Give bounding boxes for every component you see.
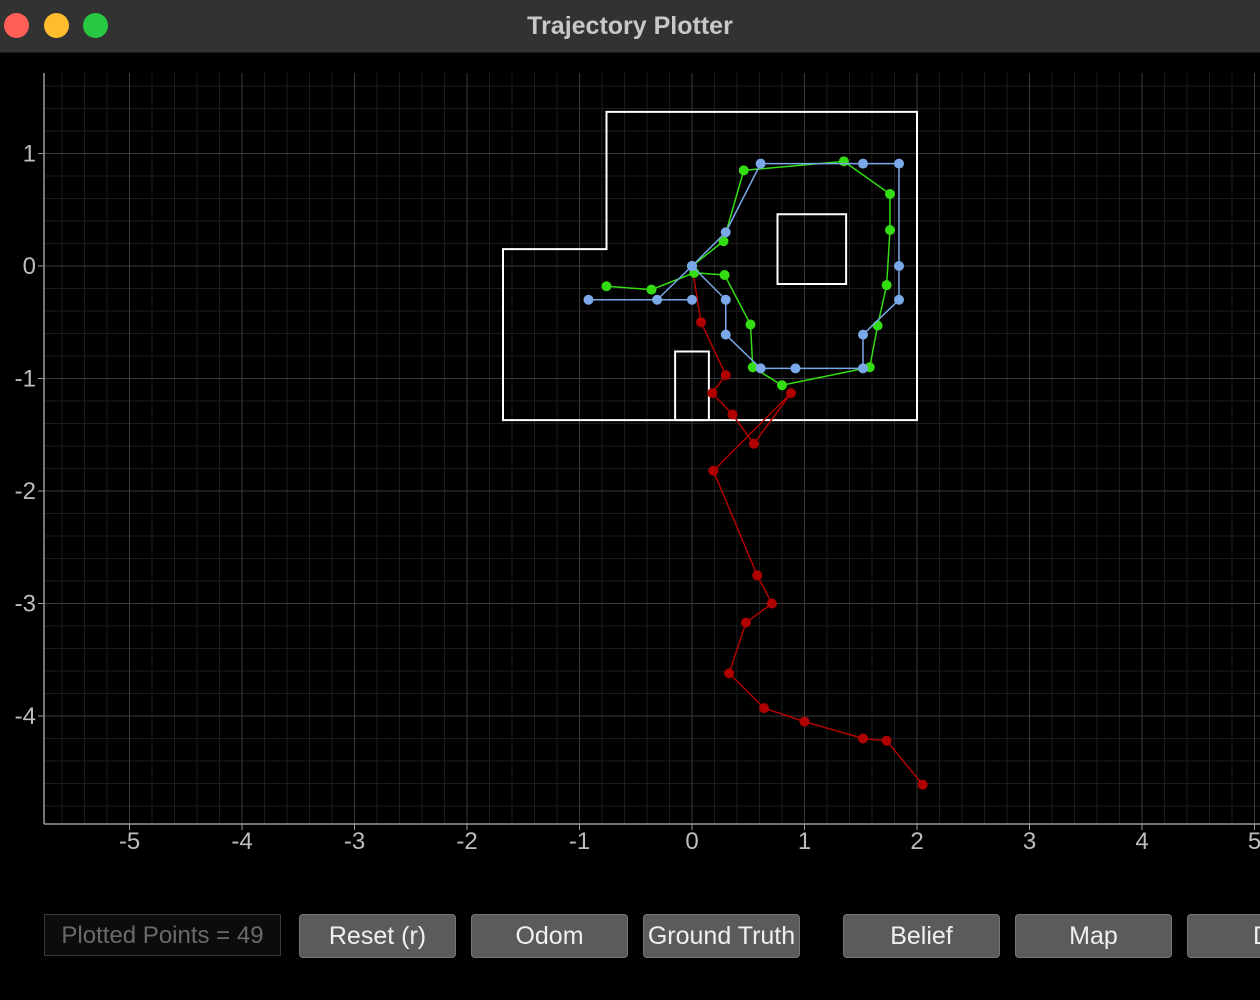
ground-truth-point <box>872 320 883 331</box>
belief-point <box>858 158 868 169</box>
belief-point <box>894 261 904 271</box>
odom-button[interactable]: Odom <box>471 914 628 958</box>
belief-point <box>720 227 731 238</box>
belief-point <box>583 294 594 305</box>
x-tick-label: -5 <box>119 828 140 855</box>
ground-truth-point <box>738 165 749 176</box>
belief-point <box>755 158 766 169</box>
belief-point <box>894 294 904 305</box>
x-tick-label: 5 <box>1248 828 1260 855</box>
odom-point <box>708 465 719 476</box>
y-tick-label: -2 <box>15 478 36 505</box>
y-tick-label: -4 <box>15 703 36 730</box>
x-tick-label: 2 <box>910 828 923 855</box>
y-tick-label: 0 <box>23 253 36 280</box>
display-button[interactable]: Di <box>1187 914 1260 958</box>
odom-point <box>696 317 706 328</box>
ground-truth-point <box>719 270 730 280</box>
odom-point <box>727 409 738 420</box>
title-bar: Trajectory Plotter <box>0 0 1260 53</box>
belief-button[interactable]: Belief <box>843 914 1000 958</box>
belief-point <box>652 294 663 305</box>
odom-point <box>917 779 928 790</box>
ground-truth-point <box>745 319 756 330</box>
window-title: Trajectory Plotter <box>527 12 733 40</box>
x-tick-label: 1 <box>798 828 811 855</box>
reset-button[interactable]: Reset (r) <box>299 914 456 958</box>
odom-point <box>766 598 777 609</box>
odom-point <box>741 617 751 628</box>
odom-point <box>724 668 735 679</box>
belief-point <box>790 363 801 374</box>
ground-truth-point <box>838 156 849 167</box>
toolbar: Plotted Points = 49 Reset (r) Odom Groun… <box>0 905 1260 969</box>
odom-point <box>748 438 759 449</box>
x-tick-label: 3 <box>1023 828 1036 855</box>
ground-truth-point <box>777 380 787 391</box>
plot-background <box>0 53 1260 905</box>
belief-point <box>687 294 697 305</box>
ground-truth-point <box>885 225 895 235</box>
belief-point <box>858 363 868 374</box>
odom-point <box>720 370 731 381</box>
y-tick-label: -3 <box>15 591 36 618</box>
trajectory-plot: -5 -4 -3 -2 -1 0 1 2 3 4 5 1 0 -1 -2 -3 -4 <box>0 53 1260 905</box>
x-tick-label: -2 <box>456 828 477 855</box>
belief-point <box>858 329 868 340</box>
ground-truth-point <box>601 281 612 292</box>
odom-point <box>752 570 763 581</box>
x-tick-label: -1 <box>569 828 590 855</box>
ground-truth-button[interactable]: Ground Truth <box>643 914 800 958</box>
ground-truth-point <box>885 189 895 199</box>
belief-point <box>894 158 904 169</box>
ground-truth-point <box>646 284 657 295</box>
odom-point <box>786 388 796 399</box>
x-tick-label: -3 <box>344 828 365 855</box>
odom-point <box>707 388 718 399</box>
plotted-points-counter: Plotted Points = 49 <box>44 914 281 956</box>
belief-point <box>687 261 697 271</box>
belief-point <box>720 329 731 340</box>
x-tick-label: 4 <box>1135 828 1148 855</box>
x-tick-label: 0 <box>685 828 698 855</box>
x-tick-label: -4 <box>231 828 252 855</box>
y-tick-label: -1 <box>15 366 36 393</box>
y-tick-label: 1 <box>23 141 36 168</box>
odom-point <box>799 716 810 727</box>
odom-point <box>858 733 868 744</box>
map-button[interactable]: Map <box>1015 914 1172 958</box>
odom-point <box>881 735 892 746</box>
odom-point <box>759 703 769 714</box>
belief-point <box>720 294 731 305</box>
ground-truth-point <box>881 280 892 291</box>
belief-point <box>755 363 766 374</box>
